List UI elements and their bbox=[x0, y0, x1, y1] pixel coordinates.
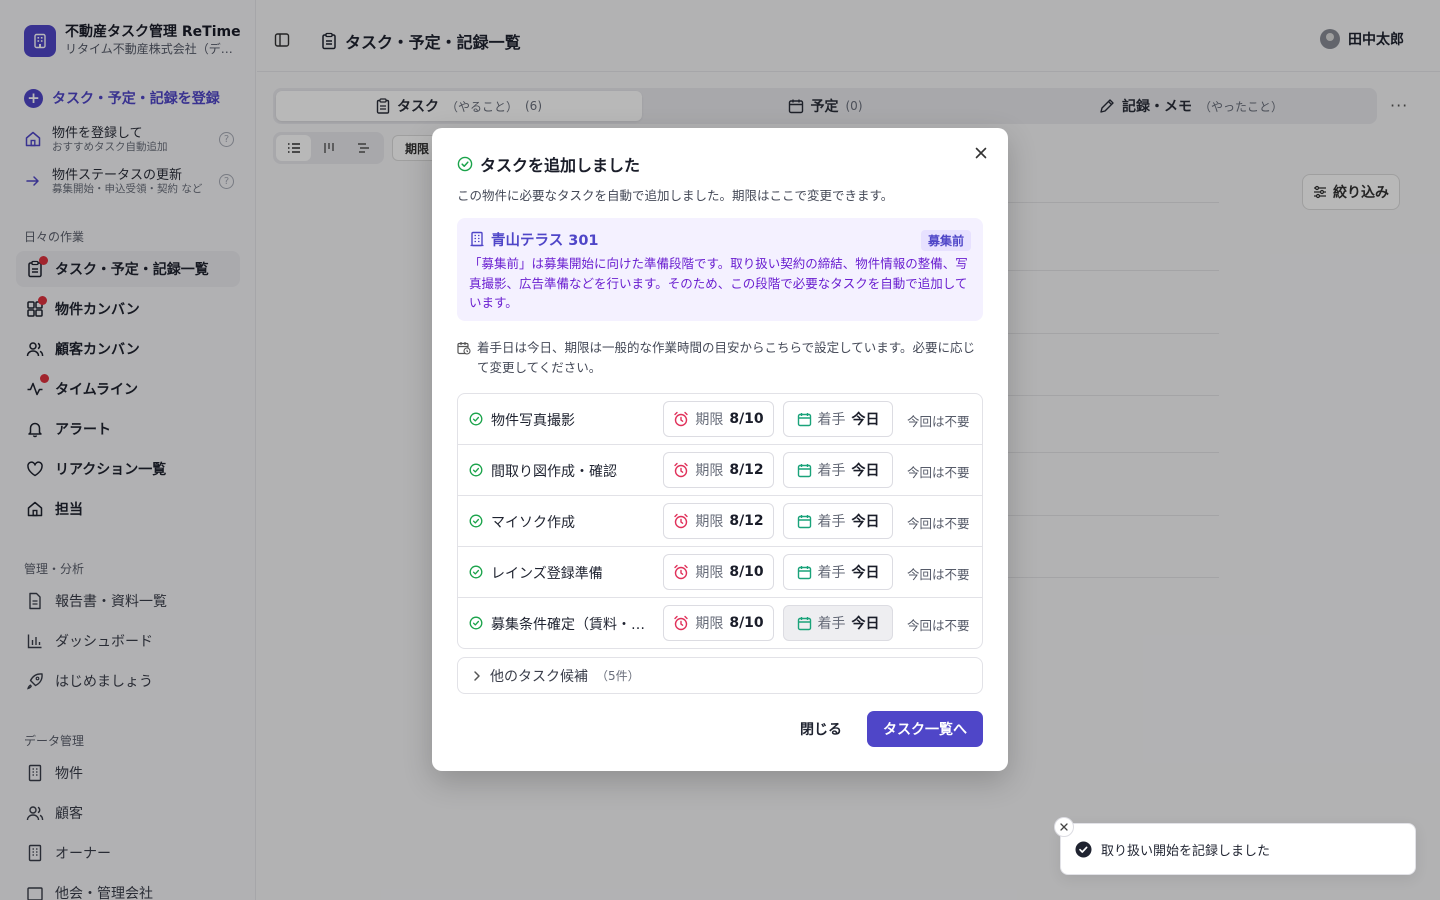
task-name: 募集条件確定（賃料・敷金・礼金） bbox=[491, 617, 651, 633]
due-date-button[interactable]: 期限 8/10 bbox=[663, 605, 774, 641]
calendar-clock-icon bbox=[457, 341, 471, 377]
check-circle-icon bbox=[457, 156, 473, 172]
other-candidates-count: （5件） bbox=[596, 669, 640, 683]
skip-task-link[interactable]: 今回は不要 bbox=[907, 615, 970, 634]
alarm-icon bbox=[673, 564, 689, 580]
start-value: 今日 bbox=[851, 616, 880, 632]
dialog-title-text: タスクを追加しました bbox=[480, 156, 641, 175]
start-date-button[interactable]: 着手 今日 bbox=[783, 452, 893, 488]
due-value: 8/10 bbox=[729, 411, 764, 427]
due-value: 8/10 bbox=[729, 564, 764, 580]
start-label: 着手 bbox=[817, 412, 846, 428]
property-header: 青山テラス 301 bbox=[469, 228, 971, 250]
schedule-note: 着手日は今日、期限は一般的な作業時間の目安からこちらで設定しています。必要に応じ… bbox=[457, 338, 983, 377]
start-date-button[interactable]: 着手 今日 bbox=[783, 605, 893, 641]
task-name: マイソク作成 bbox=[491, 515, 575, 531]
check-circle-icon bbox=[469, 616, 483, 630]
start-value: 今日 bbox=[851, 514, 880, 530]
skip-task-link[interactable]: 今回は不要 bbox=[907, 564, 970, 583]
start-date-button[interactable]: 着手 今日 bbox=[783, 401, 893, 437]
added-task-list: 物件写真撮影 期限 8/10 着手 今日 今回は不要 間取り図作成・確認 期限 8/12 着手 今日… bbox=[457, 393, 983, 649]
calendar-icon bbox=[797, 565, 812, 580]
start-date-button[interactable]: 着手 今日 bbox=[783, 503, 893, 539]
due-date-button[interactable]: 期限 8/10 bbox=[663, 401, 774, 437]
go-to-task-list-button[interactable]: タスク一覧へ bbox=[867, 711, 983, 747]
property-explanation: 「募集前」は募集開始に向けた準備段階です。取り扱い契約の締結、物件情報の整備、写… bbox=[469, 256, 968, 310]
calendar-icon bbox=[797, 463, 812, 478]
task-row: レインズ登録準備 期限 8/10 着手 今日 今回は不要 bbox=[458, 547, 982, 598]
check-circle-icon bbox=[469, 514, 483, 528]
due-label: 期限 bbox=[695, 412, 724, 428]
dialog-description: この物件に必要なタスクを自動で追加しました。期限はここで変更できます。 bbox=[457, 188, 894, 203]
task-added-dialog: タスクを追加しました この物件に必要なタスクを自動で追加しました。期限はここで変… bbox=[432, 128, 1008, 771]
alarm-icon bbox=[673, 615, 689, 631]
task-row: マイソク作成 期限 8/12 着手 今日 今回は不要 bbox=[458, 496, 982, 547]
skip-task-link[interactable]: 今回は不要 bbox=[907, 513, 970, 532]
toast-close-icon[interactable] bbox=[1054, 817, 1074, 837]
calendar-icon bbox=[797, 514, 812, 529]
other-task-candidates-toggle[interactable]: 他のタスク候補 （5件） bbox=[457, 657, 983, 694]
toast-message: 取り扱い開始を記録しました bbox=[1101, 843, 1271, 859]
start-value: 今日 bbox=[851, 412, 880, 428]
due-date-button[interactable]: 期限 8/12 bbox=[663, 452, 774, 488]
status-badge: 募集前 bbox=[920, 230, 971, 251]
dialog-title: タスクを追加しました bbox=[457, 152, 640, 176]
schedule-note-text: 着手日は今日、期限は一般的な作業時間の目安からこちらで設定しています。必要に応じ… bbox=[477, 340, 976, 375]
close-icon[interactable] bbox=[972, 144, 990, 162]
task-name: 間取り図作成・確認 bbox=[491, 464, 617, 480]
due-value: 8/12 bbox=[729, 462, 764, 478]
check-circle-icon bbox=[469, 412, 483, 426]
start-value: 今日 bbox=[851, 463, 880, 479]
task-name: 物件写真撮影 bbox=[491, 413, 575, 429]
due-label: 期限 bbox=[695, 514, 724, 530]
property-name: 青山テラス 301 bbox=[491, 232, 599, 249]
due-value: 8/12 bbox=[729, 513, 764, 529]
due-date-button[interactable]: 期限 8/12 bbox=[663, 503, 774, 539]
skip-task-link[interactable]: 今回は不要 bbox=[907, 462, 970, 481]
calendar-icon bbox=[797, 412, 812, 427]
calendar-icon bbox=[797, 616, 812, 631]
task-name: レインズ登録準備 bbox=[491, 566, 603, 582]
check-circle-icon bbox=[469, 565, 483, 579]
chevron-right-icon bbox=[472, 670, 482, 682]
property-info-box: 青山テラス 301 募集前 「募集前」は募集開始に向けた準備段階です。取り扱い契… bbox=[457, 218, 983, 321]
task-row: 間取り図作成・確認 期限 8/12 着手 今日 今回は不要 bbox=[458, 445, 982, 496]
due-label: 期限 bbox=[695, 463, 724, 479]
close-button[interactable]: 閉じる bbox=[787, 711, 855, 747]
due-label: 期限 bbox=[695, 565, 724, 581]
skip-task-link[interactable]: 今回は不要 bbox=[907, 411, 970, 430]
start-label: 着手 bbox=[817, 463, 846, 479]
start-date-button[interactable]: 着手 今日 bbox=[783, 554, 893, 590]
task-row: 物件写真撮影 期限 8/10 着手 今日 今回は不要 bbox=[458, 394, 982, 445]
alarm-icon bbox=[673, 513, 689, 529]
alarm-icon bbox=[673, 411, 689, 427]
check-circle-icon bbox=[469, 463, 483, 477]
due-value: 8/10 bbox=[729, 615, 764, 631]
check-circle-filled-icon bbox=[1075, 841, 1092, 858]
start-label: 着手 bbox=[817, 514, 846, 530]
start-label: 着手 bbox=[817, 616, 846, 632]
task-row: 募集条件確定（賃料・敷金・礼金）期限8/10着手今日今回は不要 bbox=[458, 598, 982, 648]
start-label: 着手 bbox=[817, 565, 846, 581]
due-label: 期限 bbox=[695, 616, 724, 632]
due-date-button[interactable]: 期限 8/10 bbox=[663, 554, 774, 590]
toast-notification: 取り扱い開始を記録しました bbox=[1060, 823, 1416, 875]
start-value: 今日 bbox=[851, 565, 880, 581]
other-candidates-label: 他のタスク候補 bbox=[490, 668, 588, 685]
alarm-icon bbox=[673, 462, 689, 478]
building-icon bbox=[469, 231, 485, 247]
